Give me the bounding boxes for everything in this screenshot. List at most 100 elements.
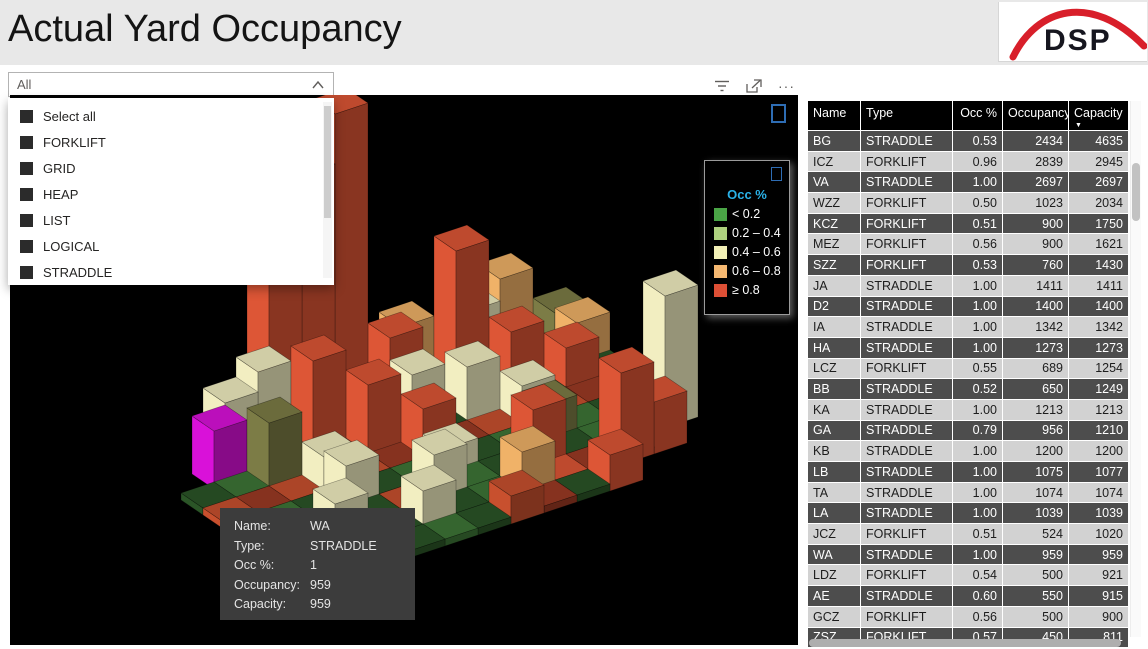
table-cell[interactable]: 500: [1002, 565, 1068, 585]
table-cell[interactable]: STRADDLE: [860, 172, 952, 192]
type-filter-slicer[interactable]: All: [8, 72, 334, 97]
table-cell[interactable]: 1.00: [952, 503, 1002, 523]
table-cell[interactable]: GA: [808, 421, 860, 441]
table-cell[interactable]: 1273: [1002, 338, 1068, 358]
table-cell[interactable]: HA: [808, 338, 860, 358]
table-row[interactable]: WZZFORKLIFT0.5010232034: [808, 193, 1128, 213]
table-cell[interactable]: GCZ: [808, 607, 860, 627]
column-header-occupancy[interactable]: Occupancy: [1002, 101, 1068, 130]
table-cell[interactable]: STRADDLE: [860, 503, 952, 523]
dropdown-item-select-all[interactable]: Select all: [8, 103, 334, 129]
table-horizontal-scrollbar-thumb[interactable]: [809, 639, 1121, 647]
table-row[interactable]: VASTRADDLE1.0026972697: [808, 172, 1128, 192]
table-vertical-scrollbar[interactable]: [1130, 101, 1141, 637]
table-cell[interactable]: BG: [808, 131, 860, 151]
table-cell[interactable]: 550: [1002, 586, 1068, 606]
table-cell[interactable]: 0.60: [952, 586, 1002, 606]
table-cell[interactable]: 689: [1002, 359, 1068, 379]
more-options-icon[interactable]: ···: [778, 81, 795, 91]
filter-icon[interactable]: [714, 79, 730, 93]
table-cell[interactable]: FORKLIFT: [860, 214, 952, 234]
table-cell[interactable]: 650: [1002, 379, 1068, 399]
table-row[interactable]: KASTRADDLE1.0012131213: [808, 400, 1128, 420]
table-cell[interactable]: STRADDLE: [860, 421, 952, 441]
table-cell[interactable]: 1077: [1068, 462, 1128, 482]
table-cell[interactable]: FORKLIFT: [860, 234, 952, 254]
table-cell[interactable]: FORKLIFT: [860, 524, 952, 544]
table-cell[interactable]: STRADDLE: [860, 131, 952, 151]
table-cell[interactable]: 1213: [1002, 400, 1068, 420]
table-cell[interactable]: 2697: [1068, 172, 1128, 192]
dropdown-item-grid[interactable]: GRID: [8, 155, 334, 181]
column-header-occ-%[interactable]: Occ %: [952, 101, 1002, 130]
table-cell[interactable]: 0.53: [952, 255, 1002, 275]
table-row[interactable]: WASTRADDLE1.00959959: [808, 545, 1128, 565]
column-header-type[interactable]: Type: [860, 101, 952, 130]
checkbox-icon[interactable]: [20, 214, 33, 227]
table-cell[interactable]: FORKLIFT: [860, 607, 952, 627]
table-cell[interactable]: 1023: [1002, 193, 1068, 213]
dropdown-scrollbar-thumb[interactable]: [324, 106, 331, 218]
dropdown-item-list[interactable]: LIST: [8, 207, 334, 233]
table-cell[interactable]: 2034: [1068, 193, 1128, 213]
table-cell[interactable]: 0.52: [952, 379, 1002, 399]
table-cell[interactable]: 0.79: [952, 421, 1002, 441]
table-cell[interactable]: 959: [1068, 545, 1128, 565]
table-cell[interactable]: STRADDLE: [860, 297, 952, 317]
table-cell[interactable]: FORKLIFT: [860, 359, 952, 379]
table-cell[interactable]: LCZ: [808, 359, 860, 379]
table-cell[interactable]: 0.50: [952, 193, 1002, 213]
table-row[interactable]: D2STRADDLE1.0014001400: [808, 297, 1128, 317]
table-cell[interactable]: 1254: [1068, 359, 1128, 379]
table-cell[interactable]: STRADDLE: [860, 462, 952, 482]
table-cell[interactable]: KCZ: [808, 214, 860, 234]
table-cell[interactable]: 1750: [1068, 214, 1128, 234]
table-cell[interactable]: 1.00: [952, 400, 1002, 420]
table-cell[interactable]: 1342: [1002, 317, 1068, 337]
table-cell[interactable]: 760: [1002, 255, 1068, 275]
table-cell[interactable]: 0.53: [952, 131, 1002, 151]
table-cell[interactable]: 1039: [1068, 503, 1128, 523]
table-cell[interactable]: 2839: [1002, 152, 1068, 172]
dropdown-item-forklift[interactable]: FORKLIFT: [8, 129, 334, 155]
table-cell[interactable]: 0.54: [952, 565, 1002, 585]
table-cell[interactable]: STRADDLE: [860, 379, 952, 399]
table-cell[interactable]: STRADDLE: [860, 483, 952, 503]
table-cell[interactable]: 900: [1002, 234, 1068, 254]
table-cell[interactable]: 1074: [1002, 483, 1068, 503]
table-cell[interactable]: WZZ: [808, 193, 860, 213]
table-cell[interactable]: 1400: [1002, 297, 1068, 317]
table-cell[interactable]: 1.00: [952, 545, 1002, 565]
chevron-up-icon[interactable]: [311, 80, 325, 90]
table-cell[interactable]: 1249: [1068, 379, 1128, 399]
table-cell[interactable]: 1411: [1002, 276, 1068, 296]
table-row[interactable]: BGSTRADDLE0.5324344635: [808, 131, 1128, 151]
table-cell[interactable]: 1.00: [952, 338, 1002, 358]
column-header-capacity[interactable]: Capacity▼: [1068, 101, 1128, 130]
table-cell[interactable]: AE: [808, 586, 860, 606]
checkbox-icon[interactable]: [20, 136, 33, 149]
table-cell[interactable]: 956: [1002, 421, 1068, 441]
table-cell[interactable]: 2945: [1068, 152, 1128, 172]
table-cell[interactable]: 1.00: [952, 172, 1002, 192]
table-cell[interactable]: 1075: [1002, 462, 1068, 482]
table-cell[interactable]: FORKLIFT: [860, 193, 952, 213]
table-cell[interactable]: LA: [808, 503, 860, 523]
table-cell[interactable]: 1020: [1068, 524, 1128, 544]
table-vertical-scrollbar-thumb[interactable]: [1132, 163, 1140, 221]
table-cell[interactable]: TA: [808, 483, 860, 503]
table-cell[interactable]: 900: [1068, 607, 1128, 627]
table-cell[interactable]: 1213: [1068, 400, 1128, 420]
table-cell[interactable]: FORKLIFT: [860, 255, 952, 275]
table-row[interactable]: KBSTRADDLE1.0012001200: [808, 441, 1128, 461]
table-row[interactable]: GASTRADDLE0.799561210: [808, 421, 1128, 441]
table-cell[interactable]: 959: [1002, 545, 1068, 565]
table-row[interactable]: LASTRADDLE1.0010391039: [808, 503, 1128, 523]
table-cell[interactable]: 1074: [1068, 483, 1128, 503]
table-cell[interactable]: 921: [1068, 565, 1128, 585]
table-row[interactable]: AESTRADDLE0.60550915: [808, 586, 1128, 606]
table-cell[interactable]: JCZ: [808, 524, 860, 544]
table-row[interactable]: HASTRADDLE1.0012731273: [808, 338, 1128, 358]
table-cell[interactable]: 1430: [1068, 255, 1128, 275]
table-row[interactable]: GCZFORKLIFT0.56500900: [808, 607, 1128, 627]
